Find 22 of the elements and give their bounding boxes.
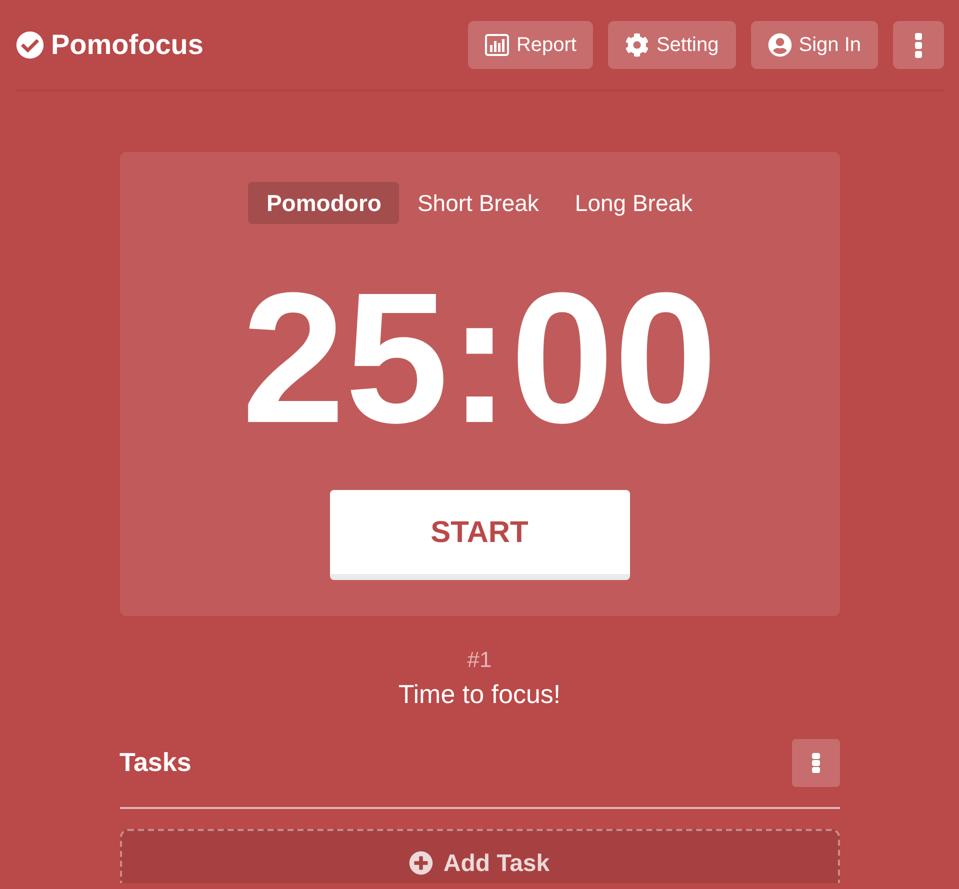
bar-chart-icon [485, 34, 510, 56]
menu-button[interactable] [893, 21, 944, 69]
mode-tab[interactable]: Long Break [556, 182, 711, 224]
kebab-menu-icon [812, 752, 820, 773]
settings-button[interactable]: Setting [608, 21, 736, 69]
kebab-menu-icon [915, 32, 922, 58]
user-icon [768, 33, 792, 57]
mode-tab[interactable]: Pomodoro [248, 182, 400, 224]
tasks-menu-button[interactable] [792, 738, 840, 787]
timer-display: 25:00 [242, 266, 718, 452]
session-count: #1 [467, 647, 492, 674]
mode-tab[interactable]: Short Break [399, 182, 557, 224]
report-button[interactable]: Report [468, 21, 594, 69]
check-icon [16, 31, 44, 59]
settings-icon [625, 33, 650, 57]
start-button[interactable]: START [330, 490, 630, 580]
sign-in-button[interactable]: Sign In [750, 21, 878, 69]
focus-message: Time to focus! [398, 679, 561, 711]
app-logo-text[interactable]: Pomofocus [51, 31, 204, 59]
tasks-title: Tasks [120, 746, 192, 780]
plus-icon [409, 850, 434, 875]
add-task-button[interactable]: Add Task [120, 828, 840, 883]
